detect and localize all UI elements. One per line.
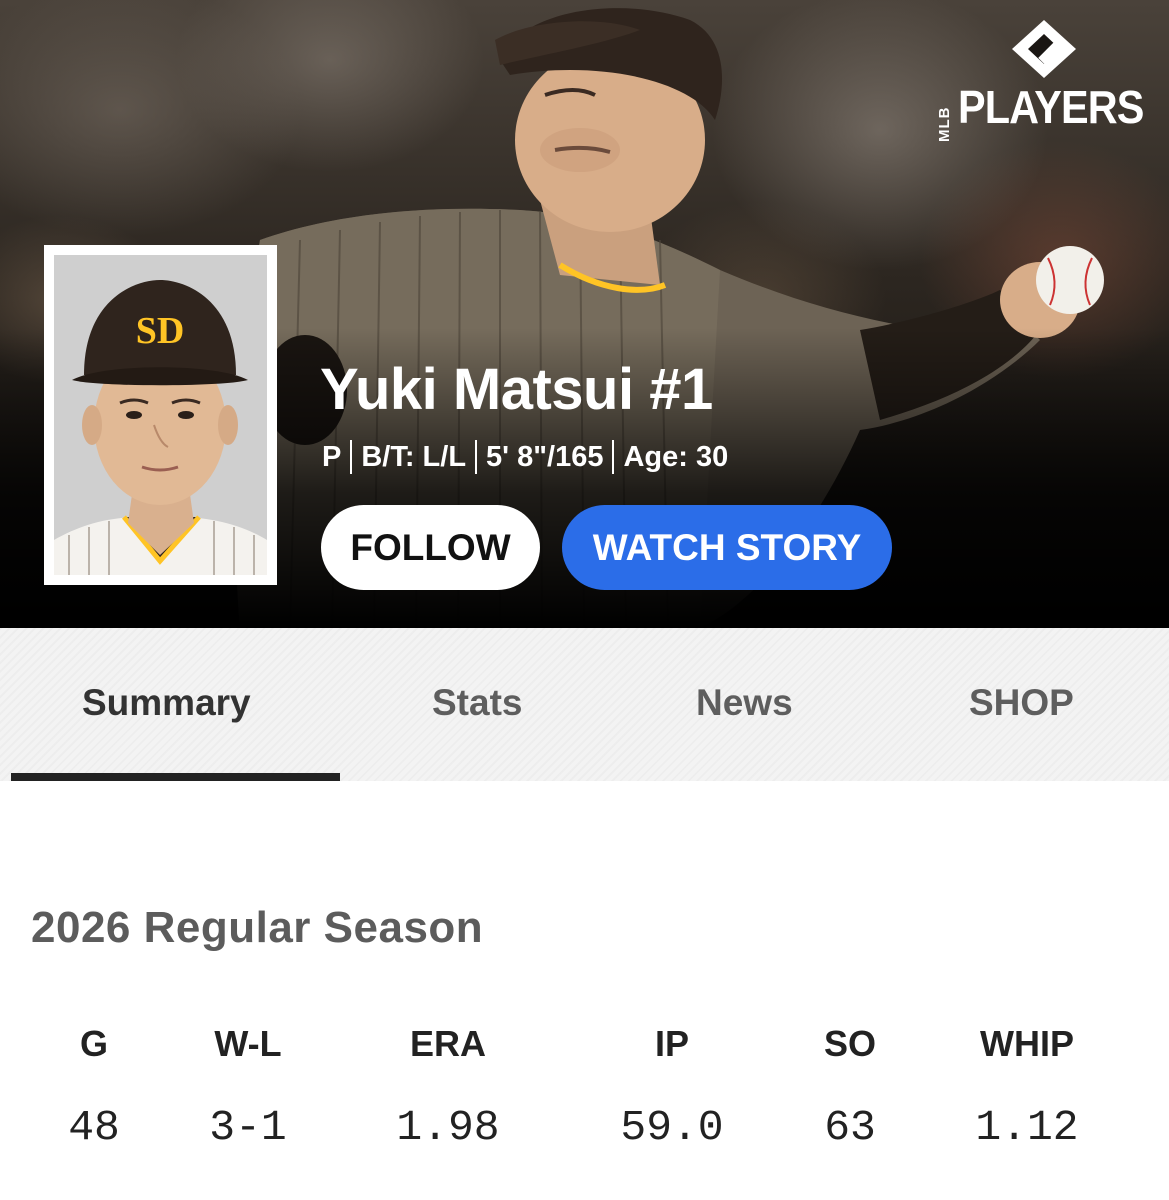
tab-news[interactable]: News	[696, 682, 793, 724]
stat-whip: WHIP 1.12	[927, 1022, 1127, 1150]
player-headshot: SD	[44, 245, 277, 585]
stat-value: 1.12	[975, 1103, 1079, 1152]
mlb-players-logo: MLB PLAYERS	[936, 18, 1152, 142]
player-name: Yuki Matsui #1	[320, 357, 713, 422]
player-hero: MLB PLAYERS SD Yuki Matsui #1 P B/T: L/L…	[0, 0, 1169, 628]
tab-shop[interactable]: SHOP	[969, 682, 1074, 724]
active-tab-indicator	[11, 773, 340, 781]
svg-text:SD: SD	[136, 310, 185, 352]
stat-value: 1.98	[396, 1103, 500, 1152]
tab-stats[interactable]: Stats	[432, 682, 522, 724]
stat-value: 3-1	[209, 1103, 287, 1152]
stat-label: W-L	[214, 1023, 282, 1064]
watch-story-button[interactable]: WATCH STORY	[562, 505, 892, 590]
stat-value: 59.0	[620, 1103, 724, 1152]
stat-win-loss: W-L 3-1	[148, 1022, 348, 1150]
stat-value: 63	[824, 1103, 876, 1152]
tab-bar: Summary Stats News SHOP	[0, 628, 1169, 781]
bio-position: P	[322, 440, 342, 473]
stat-era: ERA 1.98	[348, 1022, 548, 1150]
brand-name: PLAYERS	[958, 81, 1144, 133]
player-bio: P B/T: L/L 5' 8"/165 Age: 30	[322, 440, 728, 474]
stat-innings-pitched: IP 59.0	[572, 1022, 772, 1150]
bio-divider	[612, 440, 615, 474]
stat-label: SO	[823, 1023, 876, 1064]
bio-age: Age: 30	[623, 440, 729, 473]
follow-button[interactable]: FOLLOW	[321, 505, 540, 590]
brand-league: MLB	[936, 106, 953, 143]
stat-strikeouts: SO 63	[750, 1022, 950, 1150]
stat-label: WHIP	[980, 1023, 1074, 1064]
season-title: 2026 Regular Season	[31, 903, 484, 952]
bio-divider	[350, 440, 353, 474]
stat-label: IP	[654, 1023, 689, 1064]
tab-summary[interactable]: Summary	[82, 682, 251, 724]
mlbpa-diamond-icon	[1012, 20, 1076, 78]
bio-bats-throws: B/T: L/L	[361, 440, 467, 473]
bio-divider	[475, 440, 478, 474]
stat-label: ERA	[409, 1023, 486, 1064]
bio-height-weight: 5' 8"/165	[486, 440, 604, 473]
headshot-image: SD	[54, 255, 267, 575]
